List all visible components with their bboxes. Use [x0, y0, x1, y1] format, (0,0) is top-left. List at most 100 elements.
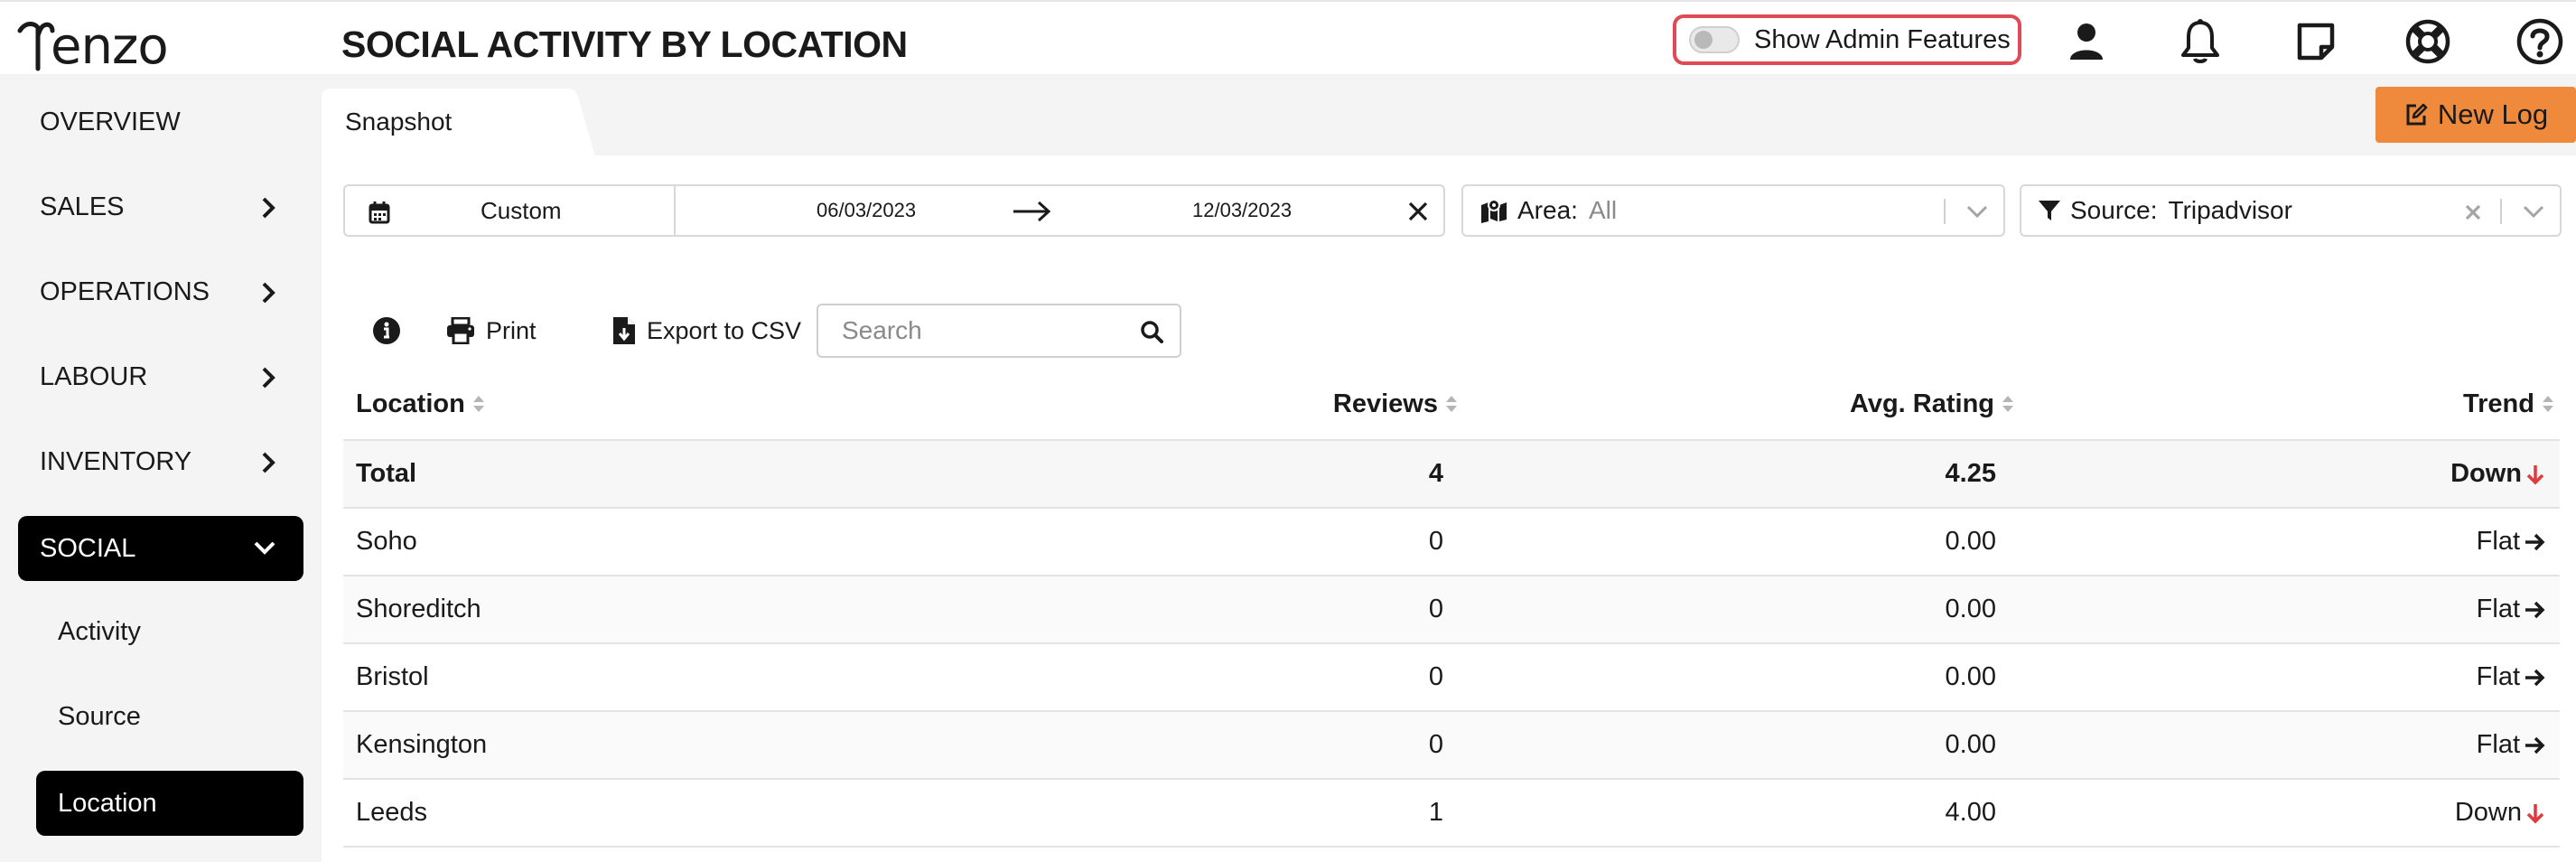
export-csv-label: Export to CSV [647, 316, 802, 344]
cell-reviews: 4 [1428, 459, 1443, 488]
area-select[interactable]: Area: All [1461, 184, 2005, 237]
sidebar-subitem-label: Location [58, 788, 157, 818]
area-label: Area: [1517, 196, 1578, 224]
cell-location: Kensington [356, 730, 488, 759]
cell-reviews: 0 [1428, 527, 1443, 556]
sidebar-item-inventory[interactable]: INVENTORY [18, 429, 303, 494]
cell-trend: Flat [2477, 509, 2545, 575]
select-separator [2500, 199, 2502, 224]
cell-avg-rating: 4.25 [1945, 459, 1996, 488]
chevron-down-icon[interactable] [2522, 204, 2545, 219]
calendar-icon [369, 201, 390, 224]
edit-icon [2406, 103, 2428, 126]
source-value: Tripadvisor [2168, 196, 2292, 224]
date-range-filter: Custom 06/03/2023 12/03/2023 [343, 184, 1445, 237]
cell-reviews: 0 [1428, 730, 1443, 759]
cell-trend: Down [2450, 441, 2545, 507]
sort-icon [1446, 396, 1457, 412]
cell-location: Shoreditch [356, 595, 481, 623]
column-header-trend[interactable]: Trend [2463, 389, 2554, 419]
cell-location: Soho [356, 527, 417, 556]
main-panel: Snapshot New Log Custom 06/03/2023 12/03… [322, 74, 2576, 862]
print-label: Print [486, 316, 537, 344]
cell-location: Bristol [356, 662, 429, 691]
arrow-right-icon [2525, 533, 2545, 550]
sort-icon [472, 396, 484, 412]
sidebar-subitem-location[interactable]: Location [36, 771, 303, 836]
table-row[interactable]: Leeds 1 4.00 Down [343, 780, 2560, 848]
arrow-down-icon [2526, 803, 2544, 823]
date-mode-label: Custom [481, 196, 562, 224]
show-admin-features-toggle[interactable]: Show Admin Features [1673, 14, 2021, 65]
admin-toggle-label: Show Admin Features [1754, 24, 2011, 54]
search-icon[interactable] [1140, 320, 1163, 343]
clear-icon[interactable] [2464, 203, 2482, 221]
column-header-avg-rating[interactable]: Avg. Rating [1850, 389, 2014, 419]
cell-reviews: 0 [1428, 595, 1443, 623]
sidebar-item-labour[interactable]: LABOUR [18, 344, 303, 409]
sidebar-item-label: OVERVIEW [40, 107, 181, 136]
cell-avg-rating: 0.00 [1945, 527, 1996, 556]
search-input[interactable] [842, 316, 1131, 345]
help-icon[interactable] [2513, 14, 2567, 69]
table-row[interactable]: Kensington 0 0.00 Flat [343, 712, 2560, 780]
sidebar-item-operations[interactable]: OPERATIONS [18, 259, 303, 324]
close-icon[interactable] [1407, 201, 1429, 222]
cell-location: Total [356, 459, 417, 488]
table-row-total[interactable]: Total 4 4.25 Down [343, 441, 2560, 509]
sidebar-item-overview[interactable]: OVERVIEW [18, 89, 303, 155]
cell-avg-rating: 0.00 [1945, 595, 1996, 623]
column-header-location[interactable]: Location [356, 389, 485, 419]
note-icon[interactable] [2289, 14, 2343, 69]
table-row[interactable]: Shoreditch 0 0.00 Flat [343, 576, 2560, 644]
end-date-input[interactable]: 12/03/2023 [1192, 199, 1292, 222]
sidebar-item-label: SALES [40, 192, 125, 221]
cell-trend: Flat [2477, 576, 2545, 642]
cell-location: Leeds [356, 798, 428, 827]
trend-label: Down [2450, 459, 2522, 488]
arrow-right-icon [1013, 201, 1051, 222]
arrow-right-icon [2525, 669, 2545, 686]
page-title: SOCIAL ACTIVITY BY LOCATION [341, 23, 908, 65]
date-mode-select[interactable]: Custom [345, 186, 676, 235]
user-icon[interactable] [2059, 14, 2114, 69]
chevron-down-icon[interactable] [1965, 204, 1989, 219]
tenzo-logo[interactable]: enzo [16, 13, 169, 72]
column-header-label: Trend [2463, 389, 2534, 418]
arrow-right-icon [2525, 601, 2545, 618]
cell-avg-rating: 4.00 [1945, 798, 1996, 827]
column-header-label: Avg. Rating [1849, 389, 1994, 418]
arrow-right-icon [2525, 736, 2545, 754]
bell-icon[interactable] [2173, 14, 2227, 69]
table-row[interactable]: Bristol 0 0.00 Flat [343, 644, 2560, 712]
table-row[interactable]: Soho 0 0.00 Flat [343, 509, 2560, 576]
select-separator [1944, 199, 1946, 224]
sidebar-subitem-activity[interactable]: Activity [36, 599, 303, 664]
cell-avg-rating: 0.00 [1945, 662, 1996, 691]
sidebar-item-sales[interactable]: SALES [18, 174, 303, 239]
start-date-input[interactable]: 06/03/2023 [817, 199, 916, 222]
info-icon[interactable] [372, 311, 401, 351]
toggle-switch[interactable] [1689, 26, 1740, 53]
chevron-right-icon [262, 282, 275, 304]
content-area: Custom 06/03/2023 12/03/2023 Area: All S… [322, 155, 2576, 862]
cell-avg-rating: 0.00 [1945, 730, 1996, 759]
sidebar-item-social[interactable]: SOCIAL [18, 516, 303, 581]
export-csv-button[interactable]: Export to CSV [612, 311, 801, 351]
chevron-down-icon [254, 541, 275, 555]
support-icon[interactable] [2401, 14, 2455, 69]
sidebar-subitem-source[interactable]: Source [36, 684, 303, 749]
printer-icon [447, 317, 474, 344]
print-button[interactable]: Print [446, 311, 537, 351]
filter-icon [2039, 201, 2060, 220]
source-select[interactable]: Source: Tripadvisor [2020, 184, 2562, 237]
tab-snapshot[interactable]: Snapshot [322, 89, 565, 155]
sidebar-item-label: INVENTORY [40, 446, 192, 476]
arrow-down-icon [2526, 464, 2544, 484]
top-bar: enzo SOCIAL ACTIVITY BY LOCATION Show Ad… [0, 0, 2576, 74]
new-log-button[interactable]: New Log [2375, 87, 2576, 143]
trend-label: Down [2454, 798, 2522, 827]
chevron-right-icon [262, 197, 275, 219]
new-log-label: New Log [2437, 98, 2549, 130]
column-header-reviews[interactable]: Reviews [1333, 389, 1458, 419]
